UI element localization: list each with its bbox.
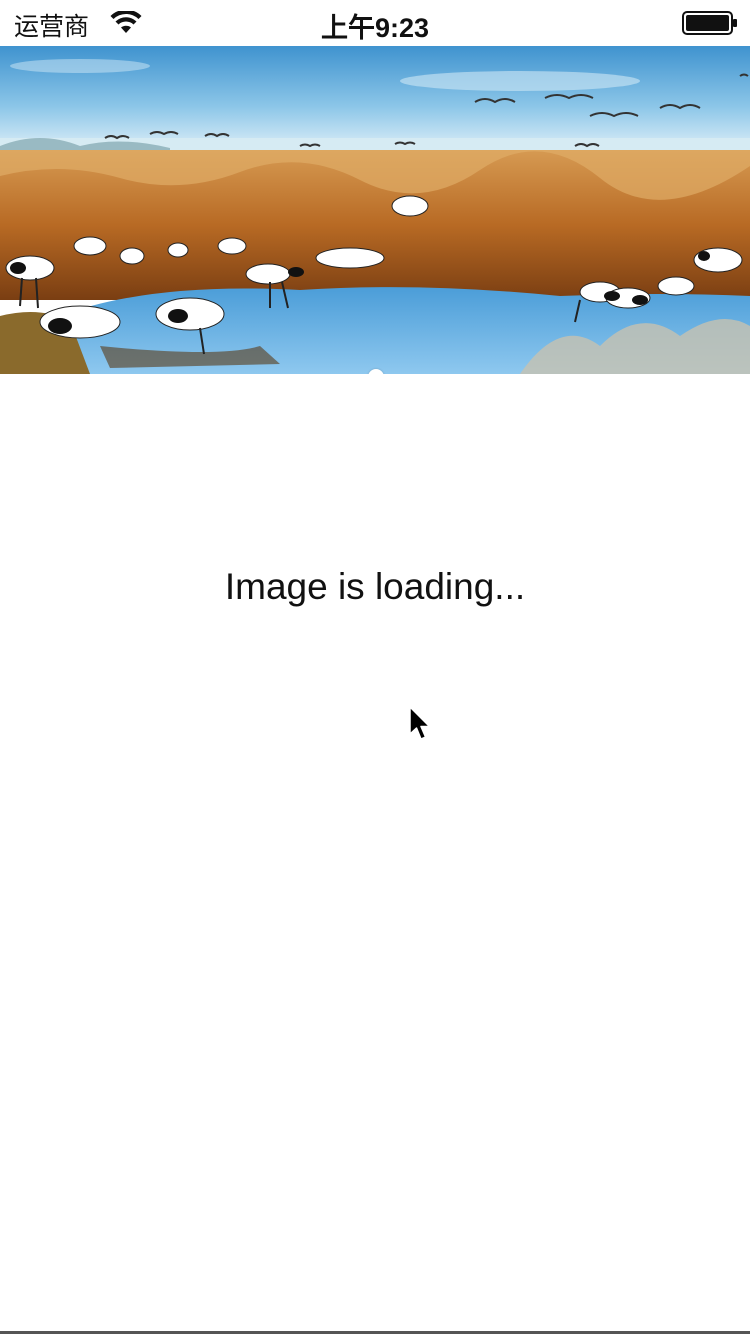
battery-icon <box>682 11 737 35</box>
app-screen: 运营商 上午9:23 Image is loading... <box>0 0 750 1334</box>
mouse-pointer-icon <box>409 706 431 740</box>
clock-time: 上午9:23 <box>320 13 430 43</box>
status-bar: 运营商 上午9:23 <box>0 0 750 46</box>
loading-message: Image is loading... <box>224 566 526 607</box>
cranes-wetland-photo <box>0 46 750 374</box>
banner-carousel[interactable] <box>0 46 750 374</box>
